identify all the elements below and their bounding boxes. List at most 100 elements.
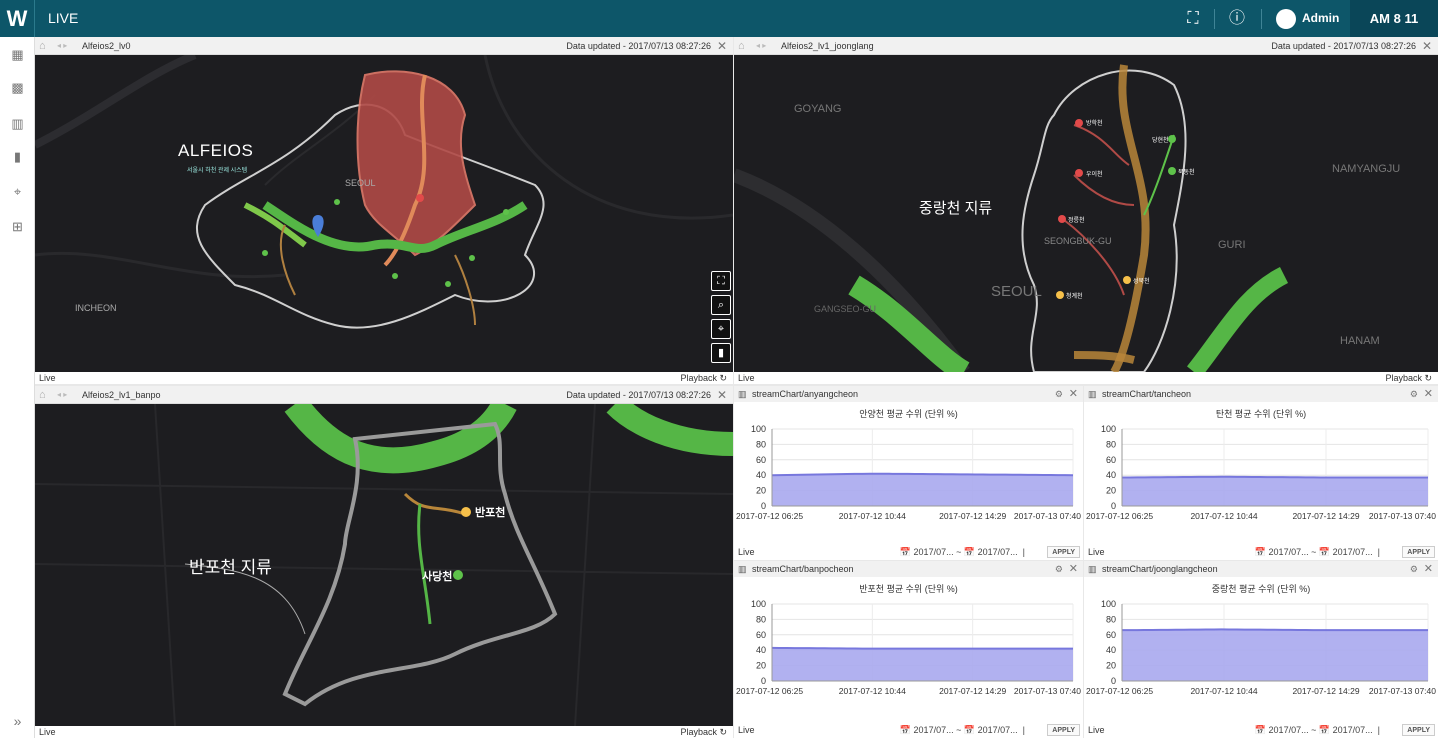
chart-header: ▥ streamChart/banpocheon ⚙ ✕ <box>734 561 1083 577</box>
gear-icon[interactable]: ⚙ <box>1055 386 1063 402</box>
close-icon[interactable]: ✕ <box>717 37 727 55</box>
apply-button[interactable]: APPLY <box>1047 546 1080 558</box>
top-bar: W LIVE ⛶ ⓘ Admin AM 8 11 <box>0 0 1438 37</box>
y-tick-label: 0 <box>1111 501 1116 511</box>
marker-label: 사당천 <box>422 571 453 583</box>
series-area <box>772 473 1073 506</box>
info-icon[interactable]: ⓘ <box>1222 0 1252 37</box>
brand-label: ALFEIOS <box>178 141 254 160</box>
panel-header: ⌂ ◂ ▸ Alfeios2_lv0 Data updated - 2017/0… <box>35 37 733 55</box>
x-tick-label: 2017-07-13 07:40 <box>1369 686 1436 696</box>
panel-name: Alfeios2_lv1_banpo <box>82 390 161 400</box>
y-tick-label: 40 <box>756 470 766 480</box>
panel-header: ⌂ ◂ ▸ Alfeios2_lv1_joonglang Data update… <box>734 37 1438 55</box>
chart-icon: ▥ <box>1088 389 1097 399</box>
clock: AM 8 11 <box>1350 0 1438 37</box>
map-svg <box>35 404 733 726</box>
map-panel-banpo: ⌂ ◂ ▸ Alfeios2_lv1_banpo Data updated - … <box>35 386 733 738</box>
y-tick-label: 60 <box>1106 630 1116 640</box>
x-tick-label: 2017-07-13 07:40 <box>1014 511 1081 521</box>
home-icon[interactable]: ⌂ <box>39 37 46 55</box>
y-tick-label: 40 <box>756 645 766 655</box>
chart-svg: 반포천 평균 수위 (단위 %) 0 20 40 60 80 100 2017-07-12 0… <box>736 584 1081 696</box>
series-line <box>771 646 1073 650</box>
panel-footer: Live Playback ↻ <box>35 726 733 738</box>
bookmark-map-button[interactable]: ▮ <box>711 343 731 363</box>
region-title: 중랑천 지류 <box>919 200 993 217</box>
marker-label: 묵동천 <box>1178 170 1195 176</box>
close-icon[interactable]: ✕ <box>1422 37 1432 55</box>
chart-panel-joonglangcheon: ▥ streamChart/joonglangcheon ⚙ ✕ 중랑천 평균 … <box>1084 561 1438 738</box>
gear-icon[interactable]: ⚙ <box>1410 386 1418 402</box>
location-map-button[interactable]: ⌖ <box>711 319 731 339</box>
close-icon[interactable]: ✕ <box>1424 386 1433 402</box>
expand-sidebar-button[interactable]: » <box>0 711 35 731</box>
series-line <box>1121 628 1428 632</box>
playback-button[interactable]: Playback ↻ <box>1385 372 1432 384</box>
close-icon[interactable]: ✕ <box>1424 561 1433 577</box>
close-icon[interactable]: ✕ <box>1069 561 1078 577</box>
date-range[interactable]: 📅 2017/07... ~ 📅 2017/07... | <box>1255 544 1380 560</box>
dashboard-icon[interactable]: ▩ <box>0 78 35 98</box>
live-label: Live <box>39 373 56 383</box>
y-tick-label: 100 <box>751 599 766 609</box>
date-range[interactable]: 📅 2017/07... ~ 📅 2017/07... | <box>1255 722 1380 738</box>
y-tick-label: 0 <box>1111 676 1116 686</box>
gear-icon[interactable]: ⚙ <box>1410 561 1418 577</box>
divider <box>1214 9 1215 29</box>
home-icon[interactable]: ⌂ <box>738 37 745 55</box>
apply-button[interactable]: APPLY <box>1402 546 1435 558</box>
chart-path: streamChart/anyangcheon <box>752 389 859 399</box>
chart-footer: Live 📅 2017/07... ~ 📅 2017/07... | APPLY <box>1084 722 1438 738</box>
x-tick-label: 2017-07-12 06:25 <box>1086 511 1153 521</box>
live-label: Live <box>738 725 755 735</box>
chart-path: streamChart/tancheon <box>1102 389 1192 399</box>
x-tick-label: 2017-07-12 10:44 <box>1190 686 1257 696</box>
chart-panel-anyangcheon: ▥ streamChart/anyangcheon ⚙ ✕ 안양천 평균 수위 … <box>734 386 1083 560</box>
apps-icon[interactable]: ⊞ <box>0 217 35 237</box>
chart-icon[interactable]: ▥ <box>0 114 35 134</box>
marker-label: 반포천 <box>475 507 506 519</box>
x-tick-label: 2017-07-12 06:25 <box>736 686 803 696</box>
close-icon[interactable]: ✕ <box>717 386 727 404</box>
x-tick-label: 2017-07-12 10:44 <box>1190 511 1257 521</box>
map-icon[interactable]: ▦ <box>0 45 35 65</box>
fullscreen-map-button[interactable]: ⛶ <box>711 271 731 291</box>
map-view[interactable]: 반포천 지류 반포천 사당천 <box>35 404 733 726</box>
x-tick-label: 2017-07-12 14:29 <box>1292 511 1359 521</box>
bookmark-icon[interactable]: ▮ <box>0 147 35 167</box>
chart-icon: ▥ <box>1088 564 1097 574</box>
page-title: LIVE <box>48 10 79 26</box>
x-tick-label: 2017-07-12 14:29 <box>939 686 1006 696</box>
nav-arrows-icon[interactable]: ◂ ▸ <box>756 37 766 55</box>
namyangju-label: NAMYANGJU <box>1332 163 1401 175</box>
fullscreen-icon[interactable]: ⛶ <box>1178 0 1208 37</box>
playback-button[interactable]: Playback ↻ <box>680 372 727 384</box>
series-area <box>1122 476 1428 506</box>
y-tick-label: 100 <box>1101 599 1116 609</box>
y-tick-label: 0 <box>761 676 766 686</box>
nav-arrows-icon[interactable]: ◂ ▸ <box>57 37 67 55</box>
map-view[interactable]: 중랑천 지류 SEOUL GOYANG NAMYANGJU GURI HANAM… <box>734 55 1438 372</box>
user-name: Admin <box>1302 11 1340 25</box>
map-view[interactable]: ALFEIOS 서울시 하천 관제 시스템 SEOUL INCHEON ⛶ ⌕ … <box>35 55 733 372</box>
user-menu[interactable]: Admin <box>1276 0 1339 37</box>
series-line <box>771 472 1074 477</box>
nav-arrows-icon[interactable]: ◂ ▸ <box>57 386 67 404</box>
playback-button[interactable]: Playback ↻ <box>680 726 727 738</box>
gangseo-label: GANGSEO-GU <box>814 304 877 314</box>
app-logo[interactable]: W <box>0 0 35 37</box>
gear-icon[interactable]: ⚙ <box>1055 561 1063 577</box>
date-range[interactable]: 📅 2017/07... ~ 📅 2017/07... | <box>900 722 1025 738</box>
panel-name: Alfeios2_lv1_joonglang <box>781 41 874 51</box>
apply-button[interactable]: APPLY <box>1047 724 1080 736</box>
home-icon[interactable]: ⌂ <box>39 386 46 404</box>
close-icon[interactable]: ✕ <box>1069 386 1078 402</box>
search-map-button[interactable]: ⌕ <box>711 295 731 315</box>
chart-svg: 안양천 평균 수위 (단위 %) 0 20 40 60 80 100 2017-07-12 0… <box>736 409 1081 521</box>
guri-label: GURI <box>1218 239 1246 251</box>
location-icon[interactable]: ⌖ <box>0 182 35 202</box>
date-range[interactable]: 📅 2017/07... ~ 📅 2017/07... | <box>900 544 1025 560</box>
y-tick-label: 80 <box>1106 439 1116 449</box>
apply-button[interactable]: APPLY <box>1402 724 1435 736</box>
